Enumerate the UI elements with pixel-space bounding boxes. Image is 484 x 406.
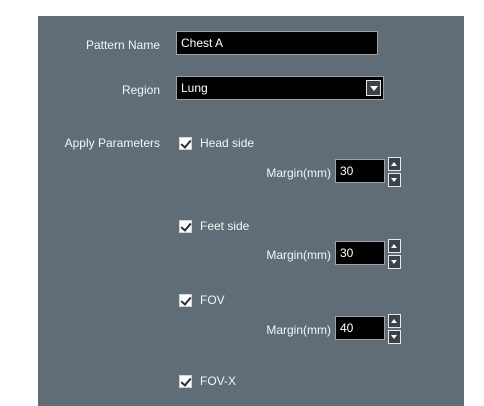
decrement-icon[interactable] — [388, 255, 401, 269]
feet-side-checkbox[interactable] — [179, 220, 192, 233]
head-side-label: Head side — [200, 136, 255, 150]
head-side-checkbox[interactable] — [179, 137, 192, 150]
head-side-margin-spinner[interactable] — [388, 157, 401, 187]
head-side-margin-label: Margin(mm) — [266, 166, 331, 180]
fov-label: FOV — [200, 293, 225, 307]
fov-x-checkbox[interactable] — [179, 375, 192, 388]
feet-side-label: Feet side — [200, 219, 250, 233]
feet-side-margin-input[interactable]: 30 — [335, 241, 385, 265]
feet-side-margin-label: Margin(mm) — [266, 248, 331, 262]
fov-checkbox[interactable] — [179, 294, 192, 307]
region-select-value: Lung — [181, 81, 208, 95]
decrement-icon[interactable] — [388, 330, 401, 344]
increment-icon[interactable] — [388, 314, 401, 328]
pattern-name-input[interactable]: Chest A — [176, 31, 378, 55]
increment-icon[interactable] — [388, 157, 401, 171]
apply-parameters-label: Apply Parameters — [64, 136, 160, 150]
head-side-margin-input[interactable]: 30 — [335, 159, 385, 183]
fov-x-label: FOV-X — [200, 374, 237, 388]
fov-margin-spinner[interactable] — [388, 314, 401, 344]
region-label: Region — [121, 83, 160, 97]
chevron-down-icon[interactable] — [366, 80, 381, 96]
settings-panel: Pattern Name Chest A Region Lung Apply P… — [38, 16, 464, 406]
fov-margin-label: Margin(mm) — [266, 323, 331, 337]
region-select[interactable]: Lung — [176, 76, 384, 100]
feet-side-margin-spinner[interactable] — [388, 239, 401, 269]
pattern-name-label: Pattern Name — [85, 38, 160, 52]
increment-icon[interactable] — [388, 239, 401, 253]
decrement-icon[interactable] — [388, 173, 401, 187]
fov-margin-input[interactable]: 40 — [335, 316, 385, 340]
